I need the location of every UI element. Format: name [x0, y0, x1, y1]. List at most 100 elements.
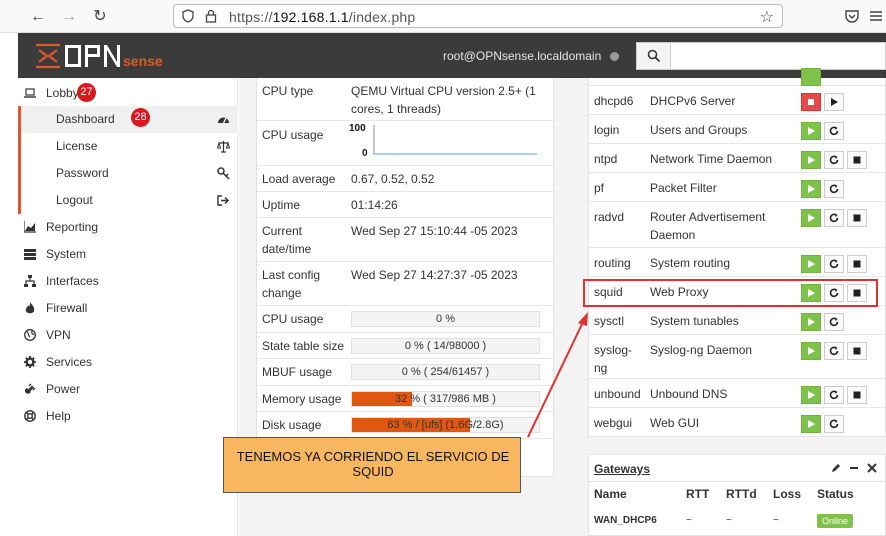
service-description: System tunables: [650, 314, 739, 328]
row-value: Wed Sep 27 14:27:37 -05 2023: [351, 268, 518, 282]
gateway-rttd: ~: [726, 515, 732, 526]
service-running-button[interactable]: [801, 342, 821, 360]
refresh-icon: [829, 317, 839, 327]
service-running-button[interactable]: [801, 180, 821, 198]
gear-icon: [24, 356, 36, 368]
restart-service-button[interactable]: [824, 255, 844, 273]
play-icon: [808, 347, 815, 355]
close-icon[interactable]: [867, 463, 877, 473]
cpu-usage-row: CPU usage 0 %: [257, 306, 553, 333]
memory-bar: 32 % ( 317/986 MB ): [351, 391, 540, 407]
service-controls: [801, 386, 870, 404]
service-name: unbound: [594, 387, 641, 401]
stop-service-button[interactable]: [847, 255, 867, 273]
step-badge: 27: [77, 83, 96, 102]
search-box[interactable]: [636, 42, 886, 70]
pocket-icon[interactable]: [844, 8, 860, 24]
column-header: RTTd: [726, 487, 757, 501]
restart-service-button[interactable]: [824, 122, 844, 140]
restart-service-button[interactable]: [824, 415, 844, 433]
sidebar-item-lobby[interactable]: Lobby 27: [18, 80, 238, 106]
column-header: RTT: [686, 487, 710, 501]
service-running-button[interactable]: [801, 386, 821, 404]
address-bar[interactable]: https://192.168.1.1/index.php ☆: [173, 4, 783, 28]
pencil-icon[interactable]: [831, 463, 841, 473]
service-running-button[interactable]: [801, 415, 821, 433]
row-label: MBUF usage: [262, 365, 333, 379]
current-datetime-row: Current date/time Wed Sep 27 15:10:44 -0…: [257, 218, 553, 262]
play-icon: [831, 98, 838, 106]
column-header: Status: [817, 487, 854, 501]
service-name: syslog-ng: [594, 343, 633, 375]
service-running-button[interactable]: [801, 68, 821, 86]
plug-icon: [24, 383, 36, 394]
service-running-button[interactable]: [801, 313, 821, 331]
gateway-name: WAN_DHCP6: [594, 515, 657, 526]
refresh-icon: [829, 419, 839, 429]
sidebar-item-firewall[interactable]: Firewall: [18, 295, 238, 321]
play-icon: [808, 391, 815, 399]
refresh-icon: [829, 346, 839, 356]
sidebar-item-label: Reporting: [46, 220, 99, 234]
lock-icon: [205, 9, 217, 23]
refresh-icon: [829, 390, 839, 400]
gateways-title[interactable]: Gateways: [594, 462, 650, 476]
start-service-button[interactable]: [824, 93, 844, 111]
service-running-button[interactable]: [801, 122, 821, 140]
sidebar-item-reporting[interactable]: Reporting: [18, 214, 238, 240]
stop-service-button[interactable]: [847, 209, 867, 227]
step-badge: 28: [131, 108, 150, 127]
service-running-button[interactable]: [801, 151, 821, 169]
sidebar-item-dashboard[interactable]: Dashboard 28: [18, 106, 238, 133]
restart-service-button[interactable]: [824, 386, 844, 404]
refresh-icon: [829, 259, 839, 269]
service-running-button[interactable]: [801, 255, 821, 273]
service-row-pf: pf Packet Filter: [589, 173, 885, 202]
logged-in-user[interactable]: root@OPNsense.localdomain: [443, 49, 601, 63]
back-icon[interactable]: ←: [28, 7, 48, 27]
sidebar-item-interfaces[interactable]: Interfaces: [18, 268, 238, 294]
squid-highlight-box: [583, 279, 878, 307]
stop-icon: [853, 214, 861, 222]
sidebar-item-help[interactable]: Help: [18, 403, 238, 429]
mbuf-bar: 0 % ( 254/61457 ): [351, 364, 540, 380]
gateway-rtt: ~: [686, 515, 692, 526]
service-stopped-button[interactable]: [801, 93, 821, 111]
refresh-icon: [829, 126, 839, 136]
sidebar-item-power[interactable]: Power: [18, 376, 238, 402]
restart-service-button[interactable]: [824, 151, 844, 169]
sidebar-item-system[interactable]: System: [18, 241, 238, 267]
stop-service-button[interactable]: [847, 342, 867, 360]
bookmark-star-icon[interactable]: ☆: [760, 7, 774, 27]
restart-service-button[interactable]: [824, 180, 844, 198]
bar-text: 63 % / [ufs] (1.6G/2.8G): [387, 419, 504, 431]
sidebar-item-label: Help: [46, 409, 71, 423]
bar-text: 32 % ( 317/986 MB ): [395, 393, 496, 405]
sidebar-item-label: License: [56, 139, 98, 153]
uptime-row: Uptime 01:14:26: [257, 192, 553, 218]
service-description: Network Time Daemon: [650, 152, 773, 166]
service-row-radvd: radvd Router Advertisement Daemon: [589, 202, 885, 248]
menu-icon[interactable]: [868, 8, 884, 24]
service-controls: [801, 180, 847, 198]
service-controls: [801, 342, 870, 360]
restart-service-button[interactable]: [824, 313, 844, 331]
globe-icon: [24, 329, 36, 341]
sidebar-item-license[interactable]: License: [18, 133, 238, 160]
reload-icon[interactable]: ↻: [90, 7, 110, 27]
service-running-button[interactable]: [801, 209, 821, 227]
graph-min-label: 0: [362, 148, 368, 159]
search-button[interactable]: [637, 43, 671, 69]
stop-service-button[interactable]: [847, 151, 867, 169]
sidebar-item-services[interactable]: Services: [18, 349, 238, 375]
sidebar-item-vpn[interactable]: VPN: [18, 322, 238, 348]
sidebar-item-logout[interactable]: Logout: [18, 187, 238, 214]
browser-toolbar: ← → ↻ https://192.168.1.1/index.php ☆: [0, 0, 886, 33]
restart-service-button[interactable]: [824, 342, 844, 360]
minimize-icon[interactable]: [849, 463, 859, 473]
key-icon: [217, 167, 230, 180]
stop-service-button[interactable]: [847, 386, 867, 404]
forward-icon[interactable]: →: [59, 7, 79, 27]
sidebar-item-password[interactable]: Password: [18, 160, 238, 187]
restart-service-button[interactable]: [824, 209, 844, 227]
